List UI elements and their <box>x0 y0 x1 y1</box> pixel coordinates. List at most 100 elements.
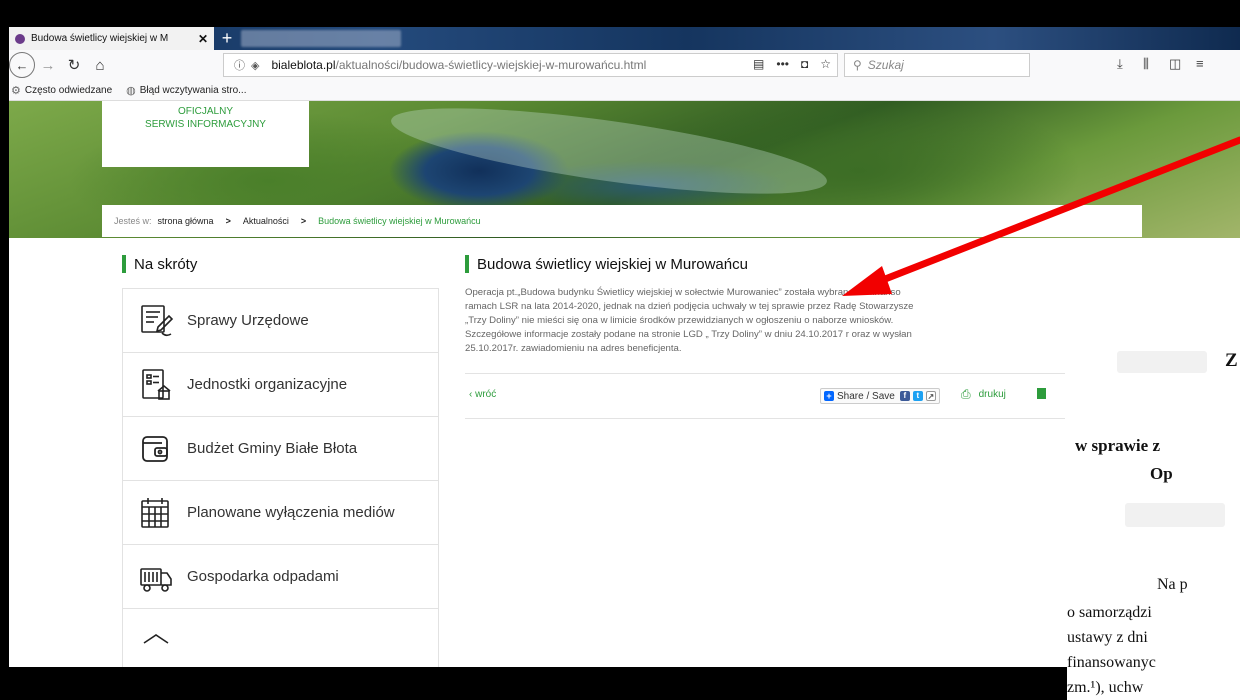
breadcrumb-lead: Jesteś w: <box>114 216 152 226</box>
document-text: o samorządzi <box>1067 604 1152 621</box>
article-line: 25.10.2017r. zawiadomieniu na adres bene… <box>465 343 682 354</box>
reader-view-icon[interactable]: ▤ <box>753 57 764 71</box>
article-heading: Budowa świetlicy wiejskiej w Murowańcu <box>465 254 1075 274</box>
bookmarks-bar: ⚙ Często odwiedzane ◍ Błąd wczytywania s… <box>9 80 1240 101</box>
tab-blurred[interactable] <box>241 30 401 47</box>
bookmark-frequent[interactable]: ⚙ Często odwiedzane <box>11 84 112 97</box>
breadcrumb-current: Budowa świetlicy wiejskiej w Murowańcu <box>318 216 481 226</box>
breadcrumb-news[interactable]: Aktualności <box>243 216 289 226</box>
arrow-right-icon: → <box>40 56 56 74</box>
article-line: „Trzy Doliny” nie mieści się ona w limic… <box>465 315 894 326</box>
info-icon[interactable]: ⓘ <box>234 57 245 73</box>
shortcut-jednostki[interactable]: Jednostki organizacyjne <box>123 353 438 417</box>
banner-river <box>386 101 832 212</box>
site-favicon-icon <box>15 33 25 44</box>
document-heading: Op <box>1150 464 1173 483</box>
scan-smudge <box>1125 503 1225 527</box>
tab-title: Budowa świetlicy wiejskiej w M <box>31 33 169 44</box>
share-label: Share / Save <box>837 390 895 402</box>
shortcut-label: Budżet Gminy Białe Błota <box>187 440 358 457</box>
print-button[interactable]: ⎙ drukuj <box>961 387 1006 402</box>
breadcrumb-separator: > <box>300 216 307 226</box>
new-tab-button[interactable]: + <box>216 28 238 49</box>
document-text: ustawy z dni <box>1067 629 1148 646</box>
reload-icon: ↻ <box>67 57 81 74</box>
breadcrumb-home[interactable]: strona główna <box>158 216 214 226</box>
menu-icon[interactable]: ≡ <box>1196 56 1204 71</box>
shortcuts-heading: Na skróty <box>122 254 439 274</box>
screenshot-stage: Budowa świetlicy wiejskiej w M ✕ + ← → ↻… <box>0 0 1240 700</box>
url-actions: ▤ ••• ◘ ☆ <box>753 57 831 71</box>
url-bar[interactable]: ⓘ ◈ bialeblota.pl/aktualności/budowa-świ… <box>223 53 838 77</box>
facebook-icon[interactable]: f <box>899 391 910 401</box>
forward-button[interactable]: → <box>35 52 61 78</box>
tab-bar: Budowa świetlicy wiejskiej w M ✕ + <box>9 27 1240 50</box>
shortcut-sprawy-urzedowe[interactable]: Sprawy Urzędowe <box>123 289 438 353</box>
bookmark-label: Błąd wczytywania stro... <box>139 84 247 96</box>
article: Budowa świetlicy wiejskiej w Murowańcu O… <box>465 254 1075 419</box>
article-actions: ‹ wróć + Share / Save f t ↗ ⎙ drukuj <box>465 374 1065 418</box>
shortcuts-sidebar: Na skróty Sprawy Urzędowe Jednostki orga… <box>122 254 439 667</box>
calendar-icon <box>137 495 175 531</box>
pocket-icon[interactable]: ◘ <box>801 57 808 71</box>
bookmark-star-icon[interactable]: ☆ <box>820 57 831 71</box>
back-link-label: wróć <box>475 389 497 400</box>
page-actions-icon[interactable]: ••• <box>776 57 789 71</box>
document-heading: w sprawie z <box>1075 436 1160 455</box>
document-text: finansowanyc <box>1067 654 1156 671</box>
document-text: zm.¹), uchw <box>1067 679 1144 696</box>
browser-window: Budowa świetlicy wiejskiej w M ✕ + ← → ↻… <box>9 27 1240 667</box>
url-host: bialeblota.pl <box>271 58 336 72</box>
twitter-icon[interactable]: t <box>912 391 923 401</box>
article-divider <box>465 418 1065 419</box>
sidebar-icon[interactable]: ◫ <box>1169 56 1181 72</box>
bottom-black-bar <box>0 667 1067 700</box>
share-save-button[interactable]: + Share / Save f t ↗ <box>820 388 940 404</box>
partial-icon <box>137 623 175 659</box>
reload-button[interactable]: ↻ <box>61 52 87 78</box>
logo-line1: OFICJALNY <box>177 106 233 117</box>
gear-icon: ⚙ <box>11 84 21 97</box>
search-bar[interactable]: ⚲ Szukaj <box>844 53 1030 77</box>
breadcrumb-separator: > <box>225 216 231 226</box>
document-scan-overlay: Z w sprawie z Op Na p o samorządzi ustaw… <box>1067 263 1240 700</box>
url-path: /aktualności/budowa-świetlicy-wiejskiej-… <box>335 58 647 72</box>
article-line: Operacja pt.„Budowa budynku Świetlicy wi… <box>465 287 901 298</box>
logo-line2: SERWIS INFORMACYJNY <box>145 119 266 130</box>
library-icon[interactable]: ⫼ <box>1143 56 1149 72</box>
article-line: Szczegółowe informacje zostały podane na… <box>465 329 912 340</box>
shortcut-odpady[interactable]: Gospodarka odpadami <box>123 545 438 609</box>
heading-accent-bar <box>465 255 469 273</box>
back-link[interactable]: ‹ wróć <box>469 389 496 400</box>
scan-smudge <box>1117 351 1207 373</box>
addtoany-plus-icon: + <box>824 391 834 401</box>
home-button[interactable]: ⌂ <box>87 52 113 78</box>
breadcrumb: Jesteś w: strona główna > Aktualności > … <box>102 205 1142 237</box>
document-pen-icon <box>137 303 175 339</box>
tab-active[interactable]: Budowa świetlicy wiejskiej w M ✕ <box>9 27 214 50</box>
wallet-icon <box>137 431 175 467</box>
shortcut-wylaczenia[interactable]: Planowane wyłączenia mediów <box>123 481 438 545</box>
heading-accent-bar <box>122 255 126 273</box>
shortcut-budzet[interactable]: Budżet Gminy Białe Błota <box>123 417 438 481</box>
tab-close-icon[interactable]: ✕ <box>196 32 210 46</box>
bookmark-label: Często odwiedzane <box>24 84 113 96</box>
print-label: drukuj <box>978 389 1006 400</box>
share-arrow-icon[interactable]: ↗ <box>925 391 936 401</box>
site-logo[interactable]: OFICJALNY SERWIS INFORMACYJNY <box>102 101 309 167</box>
search-icon: ⚲ <box>853 58 862 72</box>
bookmark-error[interactable]: ◍ Błąd wczytywania stro... <box>126 84 246 97</box>
pdf-icon[interactable] <box>1037 388 1046 399</box>
shortcut-list: Sprawy Urzędowe Jednostki organizacyjne <box>122 288 439 667</box>
shortcuts-title: Na skróty <box>134 255 198 273</box>
document-text: Na p <box>1157 576 1188 593</box>
home-icon: ⌂ <box>95 56 105 74</box>
download-icon[interactable]: ⤓ <box>1117 56 1123 72</box>
back-button[interactable]: ← <box>9 52 35 78</box>
shield-icon[interactable]: ◈ <box>251 59 259 72</box>
shortcut-partial[interactable] <box>123 609 438 667</box>
org-chart-icon <box>137 367 175 403</box>
article-line: ramach LSR na lata 2014-2020, jednak na … <box>465 301 914 312</box>
globe-icon: ◍ <box>126 84 136 97</box>
document-letter: Z <box>1225 350 1238 371</box>
